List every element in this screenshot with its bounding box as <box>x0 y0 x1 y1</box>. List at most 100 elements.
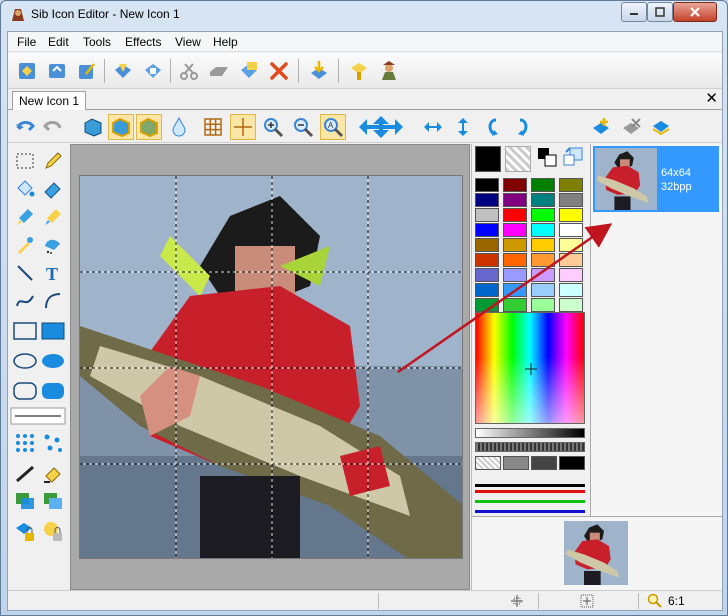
gray-swatch[interactable] <box>559 456 585 470</box>
gray-swatch[interactable] <box>503 456 529 470</box>
gray-swatch[interactable] <box>475 456 501 470</box>
palette-swatch[interactable] <box>531 268 555 282</box>
tool-color-replace[interactable] <box>40 204 66 230</box>
tool-text[interactable]: T <box>40 260 66 286</box>
extract-button[interactable] <box>346 58 372 84</box>
maximize-button[interactable] <box>647 2 673 22</box>
lock-format-button[interactable] <box>12 518 38 544</box>
formats-button[interactable] <box>648 114 674 140</box>
tool-curve[interactable] <box>12 288 38 314</box>
palette-swatch[interactable] <box>531 283 555 297</box>
tool-select-rect[interactable] <box>12 148 38 174</box>
tool-rect-filled[interactable] <box>40 318 66 344</box>
tool-round-rect-filled[interactable] <box>40 378 66 404</box>
palette-swatch[interactable] <box>503 193 527 207</box>
tool-ellipse-filled[interactable] <box>40 348 66 374</box>
palette-swatch[interactable] <box>531 208 555 222</box>
palette-swatch[interactable] <box>503 208 527 222</box>
alpha-slider[interactable] <box>475 484 585 487</box>
palette-swatch[interactable] <box>559 283 583 297</box>
tool-layers[interactable] <box>12 488 38 514</box>
palette-swatch[interactable] <box>559 253 583 267</box>
palette-swatch[interactable] <box>475 238 499 252</box>
tool-fill[interactable] <box>12 176 38 202</box>
close-window-button[interactable] <box>673 2 717 22</box>
tool-eraser[interactable] <box>40 176 66 202</box>
palette-swatch[interactable] <box>475 283 499 297</box>
brush-size-large[interactable] <box>40 430 66 456</box>
tool-brush[interactable] <box>12 204 38 230</box>
palette-swatch[interactable] <box>503 268 527 282</box>
flip-horizontal-button[interactable] <box>420 114 446 140</box>
tool-round-rect-outline[interactable] <box>12 378 38 404</box>
palette-swatch[interactable] <box>559 298 583 312</box>
reset-colors-button[interactable] <box>562 146 584 171</box>
rotate-left-button[interactable] <box>480 114 506 140</box>
add-format-button[interactable] <box>588 114 614 140</box>
icon-canvas[interactable] <box>79 175 463 559</box>
paste-button[interactable] <box>236 58 262 84</box>
new-button[interactable] <box>14 58 40 84</box>
palette-swatch[interactable] <box>559 208 583 222</box>
delete-button[interactable] <box>266 58 292 84</box>
close-document-button[interactable]: ✕ <box>705 91 718 107</box>
flip-vertical-button[interactable] <box>450 114 476 140</box>
palette-swatch[interactable] <box>475 268 499 282</box>
palette-swatch[interactable] <box>503 238 527 252</box>
cut-button[interactable] <box>176 58 202 84</box>
crosshair-button[interactable] <box>230 114 256 140</box>
fill-mode-button[interactable] <box>108 114 134 140</box>
palette-swatch[interactable] <box>474 177 500 193</box>
tool-arc[interactable] <box>40 288 66 314</box>
red-slider[interactable] <box>475 490 585 493</box>
palette-swatch[interactable] <box>531 238 555 252</box>
gray-swatch[interactable] <box>531 456 557 470</box>
palette-swatch[interactable] <box>503 178 527 192</box>
magic-button[interactable] <box>74 58 100 84</box>
transparency-button[interactable] <box>166 114 192 140</box>
tool-line[interactable] <box>12 260 38 286</box>
menu-tools[interactable]: Tools <box>83 35 111 49</box>
palette-swatch[interactable] <box>475 223 499 237</box>
save-as-button[interactable] <box>140 58 166 84</box>
menu-effects[interactable]: Effects <box>125 35 161 49</box>
tool-airbrush[interactable] <box>40 232 66 258</box>
palette-swatch[interactable] <box>531 193 555 207</box>
zoom-in-button[interactable] <box>260 114 286 140</box>
palette-swatch[interactable] <box>503 253 527 267</box>
title-bar[interactable]: Sib Icon Editor - New Icon 1 <box>1 1 727 29</box>
palette-swatch[interactable] <box>559 238 583 252</box>
tab-new-icon-1[interactable]: New Icon 1 <box>12 91 87 110</box>
move-button[interactable] <box>356 114 406 140</box>
color-spectrum[interactable] <box>475 312 585 424</box>
lock-color-button[interactable] <box>40 518 66 544</box>
palette-swatch[interactable] <box>559 193 583 207</box>
tool-pencil[interactable] <box>40 148 66 174</box>
tool-ellipse-outline[interactable] <box>12 348 38 374</box>
copy-button[interactable] <box>206 58 232 84</box>
line-width-selector[interactable] <box>10 406 66 426</box>
tool-dropper[interactable] <box>12 232 38 258</box>
tool-pen[interactable] <box>12 460 38 486</box>
palette-swatch[interactable] <box>475 208 499 222</box>
menu-help[interactable]: Help <box>213 35 238 49</box>
green-slider[interactable] <box>475 500 585 503</box>
swap-colors-button[interactable] <box>536 146 558 171</box>
tool-shadow[interactable] <box>40 488 66 514</box>
palette-swatch[interactable] <box>503 223 527 237</box>
palette-swatch[interactable] <box>531 178 555 192</box>
outline-mode-button[interactable] <box>80 114 106 140</box>
open-button[interactable] <box>44 58 70 84</box>
palette-swatch[interactable] <box>559 178 583 192</box>
wizard-button[interactable] <box>376 58 402 84</box>
brightness-slider[interactable] <box>475 428 585 438</box>
zoom-fit-button[interactable]: A <box>320 114 346 140</box>
import-button[interactable] <box>306 58 332 84</box>
format-item-selected[interactable]: 64x64 32bpp <box>593 146 719 212</box>
remove-format-button[interactable] <box>618 114 644 140</box>
palette-swatch[interactable] <box>475 193 499 207</box>
menu-view[interactable]: View <box>175 35 201 49</box>
palette-swatch[interactable] <box>531 298 555 312</box>
palette-swatch[interactable] <box>503 283 527 297</box>
rotate-right-button[interactable] <box>510 114 536 140</box>
